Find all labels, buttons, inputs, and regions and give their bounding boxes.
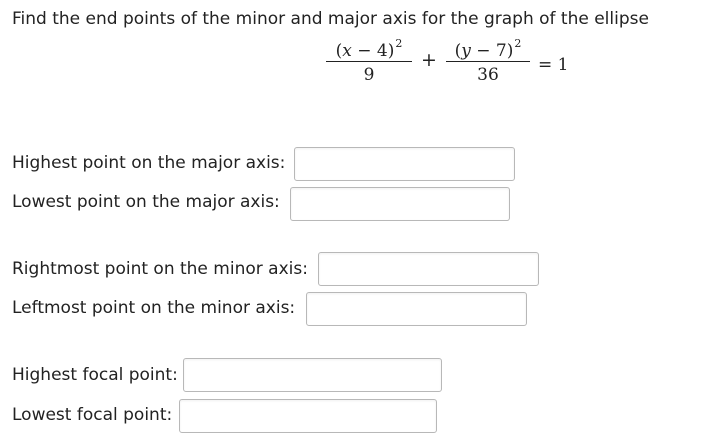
y-numerator-rest: − 7): [470, 41, 514, 61]
equals-one: = 1: [538, 55, 569, 75]
x-variable: x: [342, 41, 352, 61]
fraction-x-denominator: 9: [363, 65, 375, 85]
ellipse-equation: (x − 4)2 9 + (y − 7)2 36 = 1: [322, 31, 592, 95]
minor-rightmost-label: Rightmost point on the minor axis:: [12, 259, 308, 279]
major-lowest-label: Lowest point on the major axis:: [12, 192, 280, 212]
minor-leftmost-label: Leftmost point on the minor axis:: [12, 298, 296, 318]
y-variable: y: [461, 41, 471, 61]
plus-operator: +: [421, 49, 437, 71]
question-prompt: Find the end points of the minor and maj…: [12, 9, 649, 29]
y-exponent: 2: [514, 37, 522, 50]
fraction-y-term: (y − 7)2 36: [446, 31, 530, 88]
fraction-y-numerator: (y − 7)2: [446, 31, 530, 61]
fraction-x-numerator: (x − 4)2: [326, 31, 412, 61]
major-highest-label: Highest point on the major axis:: [12, 153, 286, 173]
major-lowest-input[interactable]: [290, 187, 510, 221]
fraction-x-term: (x − 4)2 9: [326, 31, 412, 88]
focal-highest-input[interactable]: [183, 358, 442, 392]
major-highest-input[interactable]: [294, 147, 515, 181]
focal-highest-label: Highest focal point:: [12, 365, 178, 385]
focal-lowest-label: Lowest focal point:: [12, 405, 173, 425]
minor-leftmost-input[interactable]: [306, 292, 527, 326]
minor-rightmost-input[interactable]: [318, 252, 539, 286]
focal-lowest-input[interactable]: [179, 399, 437, 433]
fraction-y-denominator: 36: [477, 65, 499, 85]
x-exponent: 2: [395, 37, 403, 50]
x-numerator-rest: − 4): [351, 41, 395, 61]
